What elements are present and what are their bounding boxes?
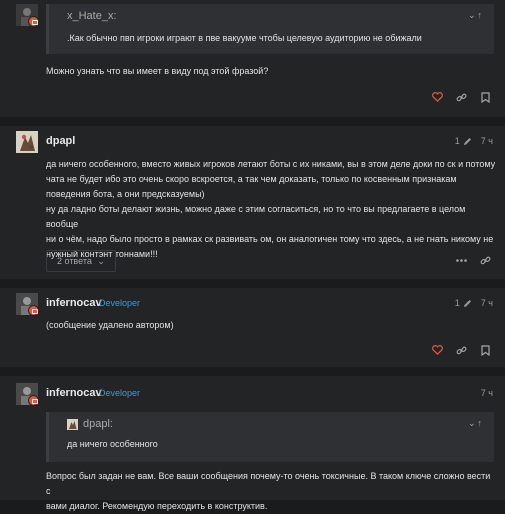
- edit-history[interactable]: 1: [455, 136, 475, 146]
- quote-text: .Как обычно пвп игроки играют в пве ваку…: [67, 33, 422, 43]
- post-line: ну да ладно боты делают жизнь, можно даж…: [46, 204, 466, 229]
- edit-history[interactable]: 1: [455, 298, 475, 308]
- post-meta: 1 7 ч: [455, 298, 493, 308]
- post-3: infernocav Developer 1 7 ч (сообщение уд…: [0, 288, 505, 367]
- post-separator: [0, 117, 505, 126]
- user-badge-icon: [28, 395, 39, 406]
- post-separator: [0, 367, 505, 376]
- quote-block: dpapl: ⌄↑ да ничего особенного: [46, 412, 494, 462]
- pencil-icon: [464, 300, 472, 308]
- post-actions: [427, 87, 495, 107]
- post-line: поведения бота, а они предсказуемы): [46, 189, 205, 199]
- like-button[interactable]: [427, 340, 447, 360]
- post-1: x_Hate_x: ⌄↑ .Как обычно пвп игроки игра…: [0, 0, 505, 117]
- post-separator: [0, 279, 505, 288]
- link-icon: [456, 93, 466, 101]
- post-line: Вопрос был задан не вам. Все ваши сообще…: [46, 471, 491, 496]
- copy-link-button[interactable]: [451, 87, 471, 107]
- post-line: да ничего особенного, вместо живых игрок…: [46, 159, 496, 169]
- avatar[interactable]: [16, 131, 38, 153]
- pencil-icon: [464, 138, 472, 146]
- post-body: да ничего особенного, вместо живых игрок…: [46, 157, 496, 262]
- post-line: ни о чём, надо было просто в рамках ск р…: [46, 234, 494, 244]
- link-icon: [456, 346, 466, 354]
- copy-link-button[interactable]: [451, 340, 471, 360]
- copy-link-button[interactable]: [475, 250, 495, 270]
- quote-text: да ничего особенного: [67, 439, 158, 449]
- quote-avatar: [67, 419, 78, 430]
- post-meta: 1 7 ч: [455, 136, 493, 146]
- quote-toggle[interactable]: ⌄↑: [468, 418, 484, 429]
- quote-toggle[interactable]: ⌄↑: [468, 10, 484, 21]
- arrow-up-icon[interactable]: ↑: [478, 10, 485, 20]
- bookmark-icon: [480, 91, 490, 103]
- post-2: dpapl 1 7 ч да ничего особенного, вместо…: [0, 126, 505, 279]
- like-button[interactable]: [427, 87, 447, 107]
- chevron-down-icon: ⌄: [97, 256, 105, 266]
- more-icon: [455, 258, 467, 262]
- role-badge: Developer: [99, 388, 141, 398]
- quote-author[interactable]: dpapl:: [83, 418, 113, 430]
- quote-author[interactable]: x_Hate_x:: [67, 10, 117, 22]
- post-body: (сообщение удалено автором): [46, 320, 174, 330]
- bookmark-button[interactable]: [475, 87, 495, 107]
- replies-label: 2 ответа: [57, 256, 92, 266]
- user-badge-icon: [28, 16, 39, 27]
- username[interactable]: infernocav: [46, 387, 102, 399]
- post-actions: [427, 340, 495, 360]
- post-line: чата не будет ибо это очень скоро вскрое…: [46, 174, 457, 184]
- link-icon: [480, 256, 490, 264]
- role-badge: Developer: [99, 298, 141, 308]
- bookmark-icon: [480, 344, 490, 356]
- edit-count: 1: [454, 136, 460, 146]
- username[interactable]: dpapl: [46, 135, 75, 147]
- post-time[interactable]: 7 ч: [481, 388, 493, 398]
- post-line: вами диалог. Рекомендую переходить в кон…: [46, 501, 268, 511]
- edit-count: 1: [454, 298, 460, 308]
- quote-block: x_Hate_x: ⌄↑ .Как обычно пвп игроки игра…: [46, 4, 494, 54]
- post-meta: 7 ч: [481, 388, 493, 398]
- arrow-up-icon[interactable]: ↑: [478, 418, 485, 428]
- post-time[interactable]: 7 ч: [481, 136, 493, 146]
- replies-button[interactable]: 2 ответа ⌄: [46, 250, 116, 272]
- more-button[interactable]: [451, 250, 471, 270]
- chevron-down-icon[interactable]: ⌄: [468, 418, 478, 428]
- bookmark-button[interactable]: [475, 340, 495, 360]
- username[interactable]: infernocav: [46, 297, 102, 309]
- post-4: infernocav Developer 7 ч dpapl: ⌄↑ да ни…: [0, 376, 505, 511]
- post-body: Можно узнать что вы имеет в виду под это…: [46, 66, 269, 76]
- heart-icon: [431, 345, 443, 355]
- post-body: Вопрос был задан не вам. Все ваши сообще…: [46, 469, 496, 514]
- heart-icon: [431, 92, 443, 102]
- post-actions: [451, 250, 495, 270]
- user-badge-icon: [28, 305, 39, 316]
- post-time[interactable]: 7 ч: [481, 298, 493, 308]
- chevron-down-icon[interactable]: ⌄: [468, 10, 478, 20]
